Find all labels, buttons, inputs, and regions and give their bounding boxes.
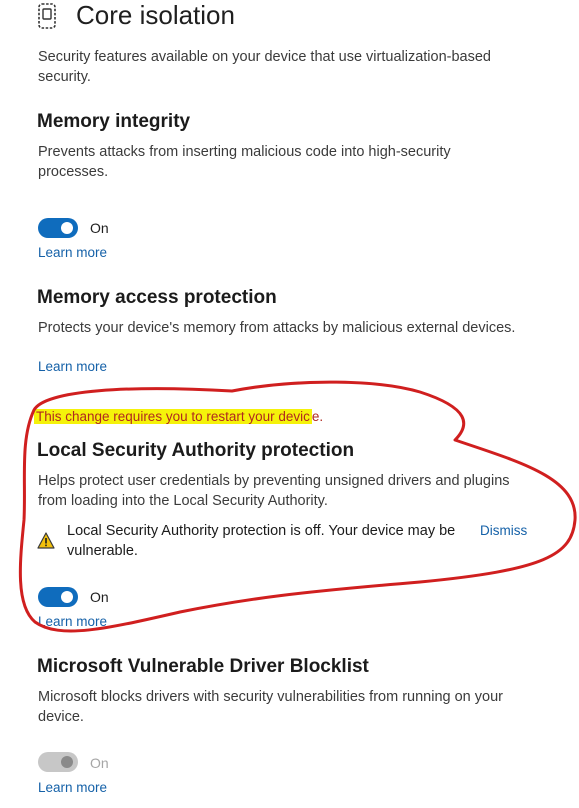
page-description: Security features available on your devi… [38,49,491,85]
memory-access-title: Memory access protection [37,287,277,308]
toggle-knob [61,591,73,603]
memory-integrity-learn-more-link[interactable]: Learn more [38,245,107,260]
driver-blocklist-description: Microsoft blocks drivers with security v… [38,689,503,725]
memory-access-description: Protects your device's memory from attac… [38,320,516,336]
memory-integrity-toggle[interactable] [38,218,78,238]
warning-icon [37,532,55,549]
lsa-learn-more-link[interactable]: Learn more [38,614,107,629]
memory-access-learn-more-link[interactable]: Learn more [38,359,107,374]
driver-blocklist-toggle[interactable] [38,752,78,772]
driver-blocklist-toggle-label: On [90,755,109,771]
driver-blocklist-title: Microsoft Vulnerable Driver Blocklist [37,656,369,677]
restart-notice: This change requires you to restart your… [34,408,323,426]
dismiss-link[interactable]: Dismiss [480,523,527,538]
restart-notice-highlight: This change requires you to restart your… [34,409,312,424]
memory-integrity-description: Prevents attacks from inserting maliciou… [38,144,451,180]
lsa-title: Local Security Authority protection [37,440,355,461]
memory-integrity-title: Memory integrity [37,111,191,132]
toggle-knob [61,222,73,234]
lsa-description: Helps protect user credentials by preven… [38,473,510,509]
lsa-toggle[interactable] [38,587,78,607]
chip-shield-icon [38,3,56,29]
toggle-knob [61,756,73,768]
lsa-warning-text: Local Security Authority protection is o… [67,523,456,559]
driver-blocklist-learn-more-link[interactable]: Learn more [38,780,107,795]
page-title: Core isolation [76,0,235,30]
memory-integrity-toggle-label: On [90,220,109,236]
lsa-toggle-label: On [90,589,109,605]
restart-notice-tail: e. [311,409,324,424]
